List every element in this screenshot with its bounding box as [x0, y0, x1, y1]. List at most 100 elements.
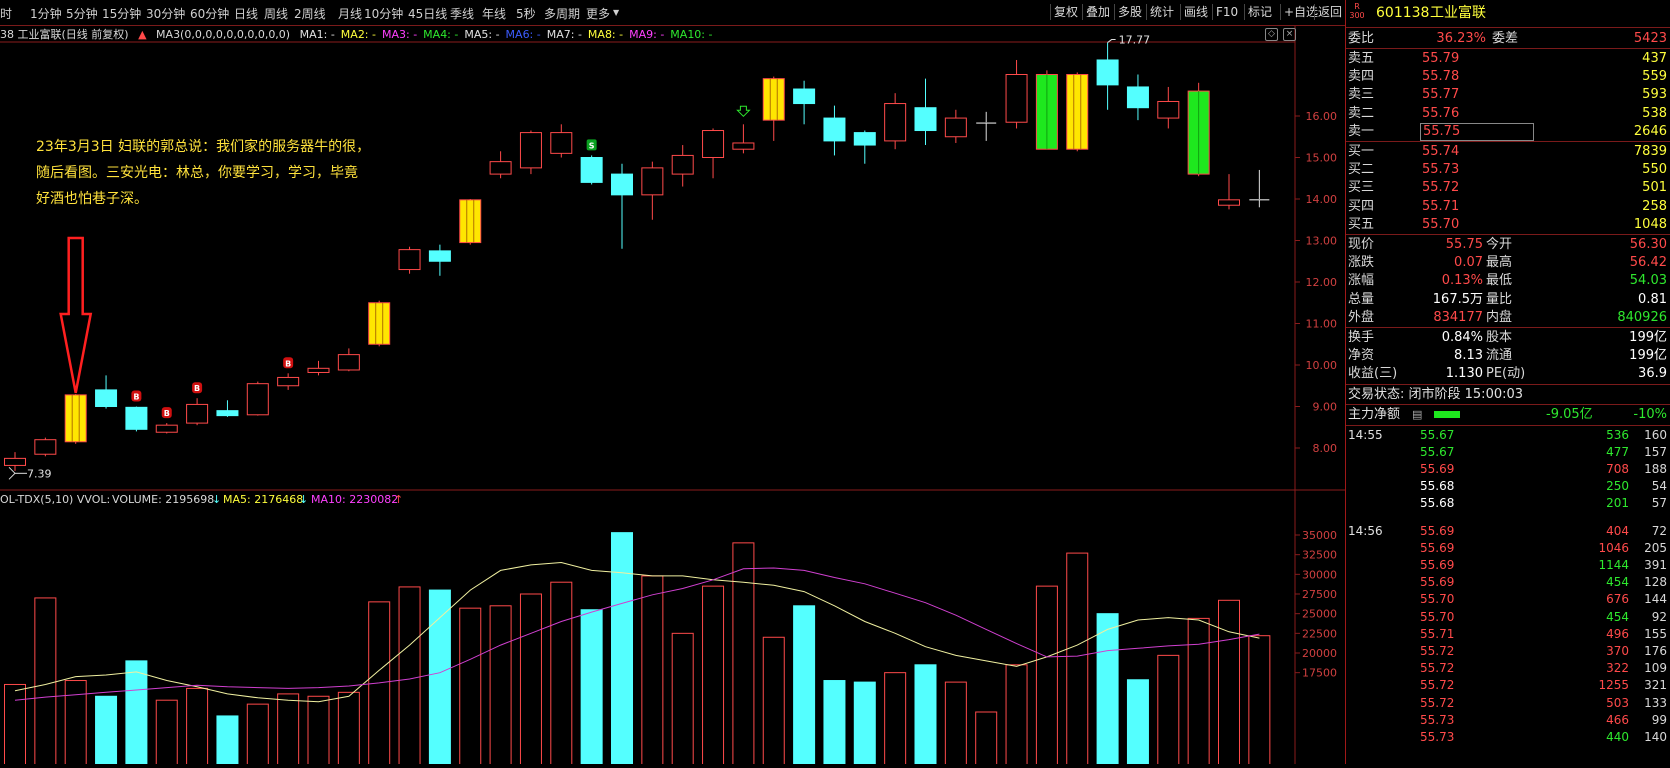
- volume-bar[interactable]: [702, 585, 725, 767]
- period-11[interactable]: 45日线: [408, 5, 447, 22]
- volume-bar[interactable]: [155, 699, 178, 767]
- period-6[interactable]: 日线: [234, 5, 258, 22]
- candle[interactable]: [34, 437, 57, 457]
- sell-level-row[interactable]: 卖四 55.78 559: [1346, 67, 1670, 86]
- volume-bar[interactable]: [1096, 613, 1119, 767]
- candle[interactable]: [944, 109, 967, 143]
- volume-bar[interactable]: [246, 703, 269, 767]
- candle[interactable]: [1066, 72, 1089, 152]
- period-10[interactable]: 10分钟: [364, 5, 403, 22]
- toolbar-button-1[interactable]: 叠加: [1082, 4, 1113, 20]
- buy-level-row[interactable]: 买二 55.73 550: [1346, 160, 1670, 179]
- candle[interactable]: [1096, 42, 1119, 110]
- volume-bar[interactable]: [641, 575, 664, 767]
- candle[interactable]: [671, 145, 694, 187]
- volume-bar[interactable]: [519, 593, 542, 767]
- candle[interactable]: [398, 246, 421, 274]
- volume-bar[interactable]: [580, 609, 603, 767]
- volume-bar[interactable]: [337, 691, 360, 767]
- toolbar-button-4[interactable]: 画线: [1180, 4, 1211, 20]
- toolbar-button-6[interactable]: 标记: [1244, 4, 1275, 20]
- volume-bar[interactable]: [1005, 664, 1028, 767]
- candle[interactable]: B: [186, 382, 209, 426]
- period-13[interactable]: 年线: [482, 5, 506, 22]
- period-3[interactable]: 15分钟: [102, 5, 141, 22]
- sell-level-row[interactable]: 卖一 55.75 2646: [1346, 122, 1670, 141]
- buy-level-row[interactable]: 买四 55.71 258: [1346, 197, 1670, 216]
- period-1[interactable]: 1分钟: [30, 5, 62, 22]
- candle[interactable]: [884, 93, 907, 150]
- candle[interactable]: [337, 348, 360, 372]
- period-9[interactable]: 月线: [338, 5, 362, 22]
- candle[interactable]: [793, 80, 816, 125]
- volume-bar[interactable]: [1218, 599, 1240, 767]
- volume-bar[interactable]: [671, 632, 694, 767]
- toolbar-button-8[interactable]: 返回: [1314, 4, 1345, 20]
- candle[interactable]: [1126, 74, 1149, 121]
- volume-bar[interactable]: [186, 687, 209, 767]
- period-4[interactable]: 30分钟: [146, 5, 185, 22]
- more-arrow-icon[interactable]: ▼: [613, 8, 619, 17]
- candle[interactable]: [1249, 169, 1270, 208]
- candle[interactable]: [428, 244, 451, 276]
- buy-level-row[interactable]: 买五 55.70 1048: [1346, 215, 1670, 234]
- chart-settings-icon[interactable]: ◇: [1265, 28, 1278, 41]
- period-7[interactable]: 周线: [264, 5, 288, 22]
- toolbar-button-3[interactable]: 统计: [1146, 4, 1177, 20]
- volume-bar[interactable]: [307, 695, 330, 767]
- volume-bar[interactable]: [793, 605, 816, 767]
- volume-bar[interactable]: [1066, 552, 1089, 767]
- volume-bar[interactable]: [823, 680, 846, 767]
- volume-bar[interactable]: [762, 636, 785, 767]
- volume-bar[interactable]: [459, 607, 482, 767]
- volume-bar[interactable]: [944, 681, 967, 767]
- volume-bar[interactable]: [550, 581, 573, 767]
- candle[interactable]: [976, 111, 997, 141]
- candle[interactable]: [4, 452, 26, 471]
- candle[interactable]: [1035, 70, 1058, 150]
- volume-bar[interactable]: [611, 532, 633, 767]
- period-2[interactable]: 5分钟: [66, 5, 98, 22]
- candle[interactable]: [1005, 59, 1028, 129]
- volume-bar[interactable]: [398, 586, 421, 767]
- period-14[interactable]: 5秒: [516, 5, 536, 22]
- volume-bar[interactable]: [1157, 654, 1180, 767]
- sell-level-row[interactable]: 卖五 55.79 437: [1346, 49, 1670, 68]
- candle[interactable]: [519, 130, 542, 175]
- candle[interactable]: [246, 381, 269, 416]
- candle[interactable]: B: [155, 407, 178, 434]
- toolbar-button-0[interactable]: 复权: [1050, 4, 1081, 20]
- volume-bar[interactable]: [95, 695, 118, 767]
- candle[interactable]: [95, 375, 118, 409]
- candle[interactable]: [368, 300, 391, 347]
- sell-level-row[interactable]: 卖三 55.77 593: [1346, 85, 1670, 104]
- candle[interactable]: [307, 360, 330, 376]
- candle[interactable]: [641, 161, 664, 220]
- candle[interactable]: [611, 163, 633, 249]
- volume-bar[interactable]: [428, 589, 451, 767]
- volume-bar[interactable]: [216, 715, 239, 767]
- period-15[interactable]: 多周期: [544, 5, 580, 22]
- volume-bar[interactable]: [34, 597, 57, 767]
- volume-bar[interactable]: [125, 660, 148, 767]
- buy-level-row[interactable]: 买一 55.74 7839: [1346, 142, 1670, 161]
- candle[interactable]: [1218, 174, 1240, 210]
- volume-bar[interactable]: [489, 605, 512, 767]
- candle[interactable]: S: [580, 139, 603, 185]
- volume-bar[interactable]: [1248, 635, 1271, 767]
- candle[interactable]: [550, 124, 573, 158]
- volume-bar[interactable]: [853, 681, 876, 767]
- candle[interactable]: [914, 78, 937, 146]
- list-icon[interactable]: ▤: [1412, 405, 1422, 424]
- volume-bar[interactable]: [277, 693, 300, 767]
- volume-bar[interactable]: [914, 664, 937, 767]
- volume-bar[interactable]: [1187, 617, 1210, 767]
- candle[interactable]: [64, 394, 87, 444]
- candle[interactable]: [1187, 82, 1210, 177]
- candle[interactable]: [853, 130, 876, 164]
- volume-bar[interactable]: [64, 680, 87, 767]
- candle[interactable]: [702, 128, 725, 179]
- volume-bar[interactable]: [884, 672, 907, 767]
- volume-bar[interactable]: [1035, 585, 1058, 767]
- period-5[interactable]: 60分钟: [190, 5, 229, 22]
